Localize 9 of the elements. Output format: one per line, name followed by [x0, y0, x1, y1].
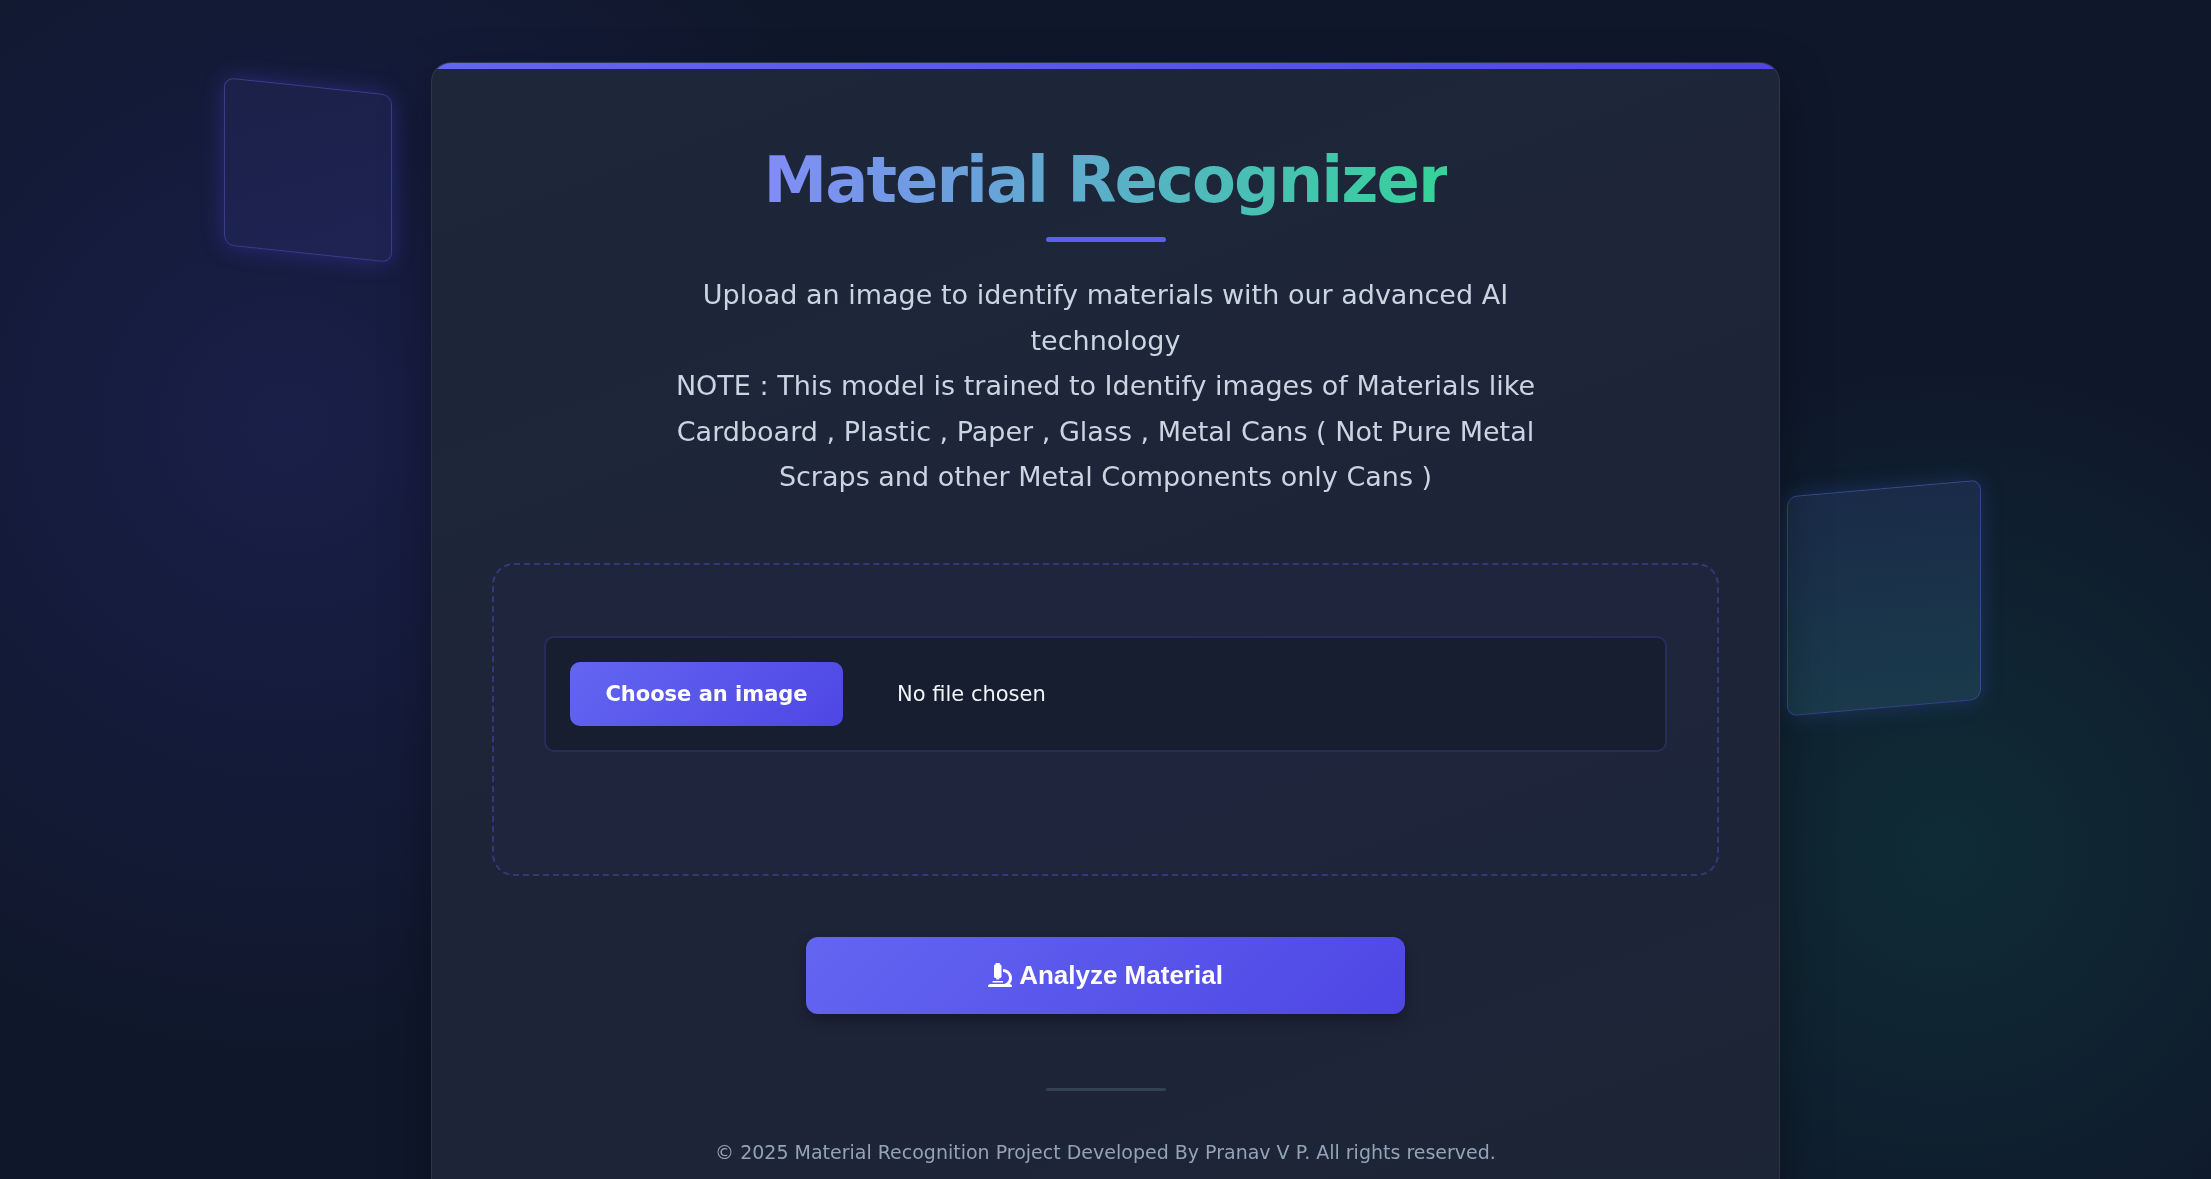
analyze-button[interactable]: Analyze Material — [806, 936, 1405, 1014]
footer-text: © 2025 Material Recognition Project Developed By Pranav V P. All rights reserved. — [715, 1139, 1496, 1165]
choose-image-button[interactable]: Choose an image — [570, 661, 843, 726]
description-text: NOTE : This model is trained to Identify images of Materials like Cardboard , Plastic , Paper , Glass , Metal Cans ( Not Pure Metal Scraps and other Metal Components only Cans ) — [674, 369, 1537, 494]
file-input-field[interactable]: Choose an image No file chosen — [544, 635, 1667, 752]
description-text: Upload an image to identify materials with our advanced AI technology — [701, 278, 1510, 358]
microscope-icon — [988, 963, 1013, 987]
upload-dropzone[interactable]: Choose an image No file chosen — [492, 562, 1719, 876]
file-status-text: No file chosen — [897, 681, 1046, 706]
